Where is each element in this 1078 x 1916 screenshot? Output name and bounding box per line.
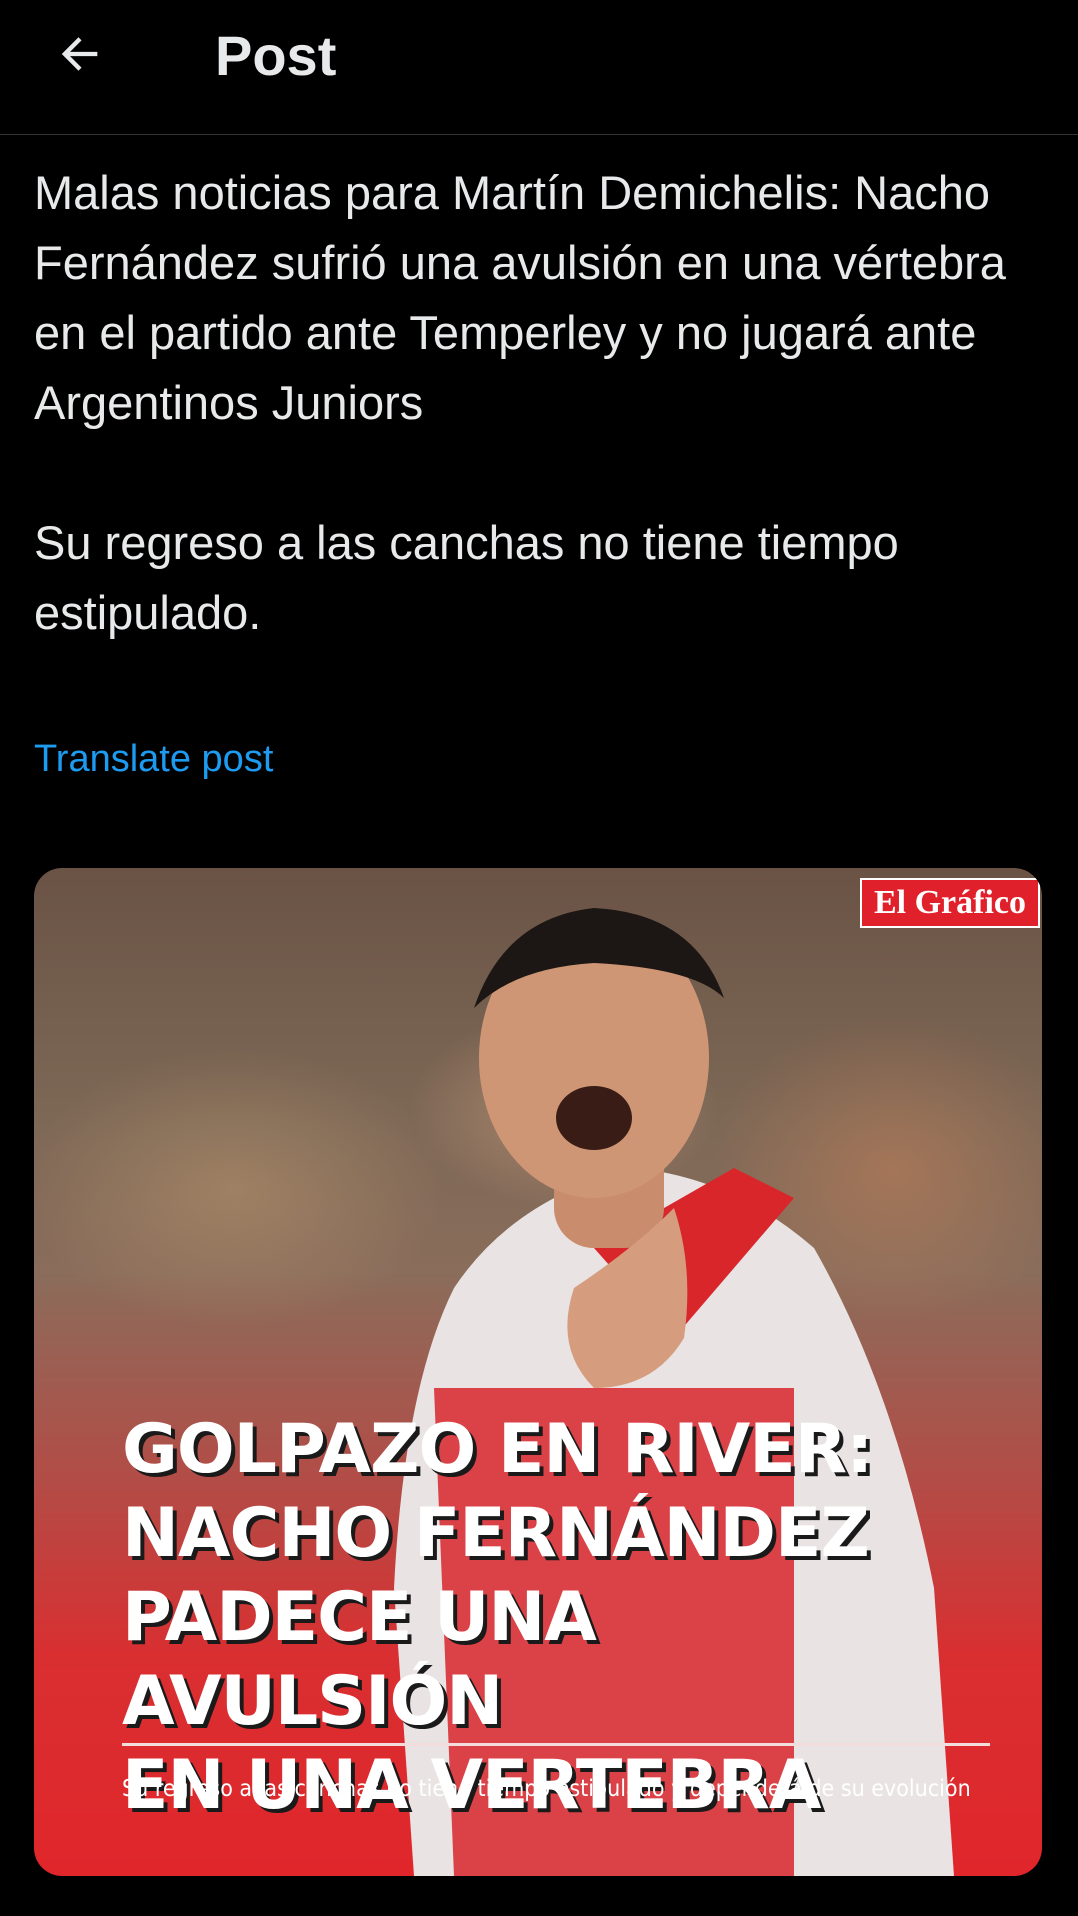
back-button[interactable] (48, 22, 112, 86)
post-image[interactable]: El Gráfico GOLPAZO EN RIVER: NACHO FERNÁ… (34, 868, 1042, 1876)
el-grafico-logo: El Gráfico (859, 878, 1040, 928)
page-title: Post (215, 24, 337, 87)
post-text: Malas noticias para Martín Demichelis: N… (34, 166, 1006, 639)
headline-divider (122, 1743, 990, 1746)
image-subline: Su regreso a las canchas no tiene tiempo… (122, 1776, 971, 1802)
translate-post-link[interactable]: Translate post (34, 738, 273, 781)
top-bar: Post (0, 0, 1078, 135)
arrow-left-icon (61, 37, 98, 71)
image-headline: GOLPAZO EN RIVER: NACHO FERNÁNDEZ PADECE… (122, 1410, 873, 1825)
